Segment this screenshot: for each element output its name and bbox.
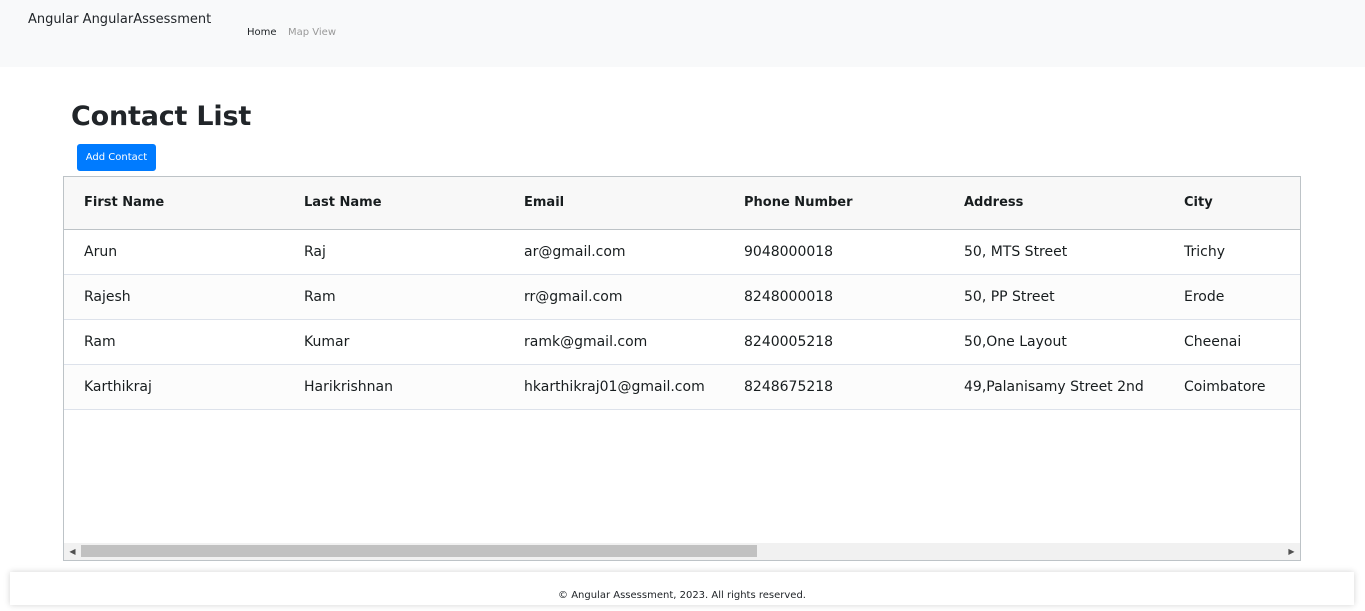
- table-row[interactable]: Arun Raj ar@gmail.com 9048000018 50, MTS…: [64, 230, 1300, 275]
- cell-phone-number[interactable]: 9048000018: [744, 230, 833, 274]
- cell-address[interactable]: 49,Palanisamy Street 2nd: [964, 365, 1144, 409]
- column-header-last-name[interactable]: Last Name: [304, 177, 382, 229]
- nav-link-map-view[interactable]: Map View: [288, 27, 336, 38]
- cell-phone-number[interactable]: 8248000018: [744, 275, 833, 319]
- cell-city[interactable]: Cheenai: [1184, 320, 1241, 364]
- scrollbar-thumb[interactable]: [81, 545, 757, 557]
- cell-city[interactable]: Trichy: [1184, 230, 1225, 274]
- horizontal-scrollbar[interactable]: ◀ ▶: [64, 543, 1300, 560]
- nav-link-home[interactable]: Home: [247, 27, 277, 38]
- scroll-left-arrow-icon[interactable]: ◀: [64, 543, 81, 560]
- navbar-brand[interactable]: Angular AngularAssessment: [28, 12, 211, 27]
- footer-copyright: © Angular Assessment, 2023. All rights r…: [558, 590, 806, 601]
- cell-email[interactable]: rr@gmail.com: [524, 275, 623, 319]
- grid-header: First Name Last Name Email Phone Number …: [64, 177, 1300, 230]
- cell-city[interactable]: Coimbatore: [1184, 365, 1265, 409]
- cell-first-name[interactable]: Ram: [84, 320, 116, 364]
- cell-first-name[interactable]: Arun: [84, 230, 117, 274]
- column-header-city[interactable]: City: [1184, 177, 1213, 229]
- contact-grid: First Name Last Name Email Phone Number …: [63, 176, 1301, 561]
- scroll-right-arrow-icon[interactable]: ▶: [1283, 543, 1300, 560]
- column-header-email[interactable]: Email: [524, 177, 564, 229]
- cell-last-name[interactable]: Raj: [304, 230, 326, 274]
- cell-email[interactable]: ramk@gmail.com: [524, 320, 647, 364]
- cell-address[interactable]: 50, PP Street: [964, 275, 1055, 319]
- cell-email[interactable]: ar@gmail.com: [524, 230, 626, 274]
- column-header-first-name[interactable]: First Name: [84, 177, 164, 229]
- cell-last-name[interactable]: Kumar: [304, 320, 349, 364]
- page-title: Contact List: [71, 101, 252, 132]
- cell-last-name[interactable]: Harikrishnan: [304, 365, 393, 409]
- cell-phone-number[interactable]: 8248675218: [744, 365, 833, 409]
- cell-last-name[interactable]: Ram: [304, 275, 336, 319]
- cell-phone-number[interactable]: 8240005218: [744, 320, 833, 364]
- cell-address[interactable]: 50, MTS Street: [964, 230, 1067, 274]
- cell-first-name[interactable]: Karthikraj: [84, 365, 152, 409]
- navbar: Angular AngularAssessment Home Map View: [0, 0, 1365, 67]
- column-header-address[interactable]: Address: [964, 177, 1023, 229]
- cell-email[interactable]: hkarthikraj01@gmail.com: [524, 365, 705, 409]
- cell-first-name[interactable]: Rajesh: [84, 275, 131, 319]
- table-row[interactable]: Ram Kumar ramk@gmail.com 8240005218 50,O…: [64, 320, 1300, 365]
- footer: © Angular Assessment, 2023. All rights r…: [10, 572, 1354, 605]
- cell-city[interactable]: Erode: [1184, 275, 1224, 319]
- cell-address[interactable]: 50,One Layout: [964, 320, 1067, 364]
- column-header-phone-number[interactable]: Phone Number: [744, 177, 853, 229]
- add-contact-button[interactable]: Add Contact: [77, 144, 156, 171]
- table-row[interactable]: Karthikraj Harikrishnan hkarthikraj01@gm…: [64, 365, 1300, 410]
- table-row[interactable]: Rajesh Ram rr@gmail.com 8248000018 50, P…: [64, 275, 1300, 320]
